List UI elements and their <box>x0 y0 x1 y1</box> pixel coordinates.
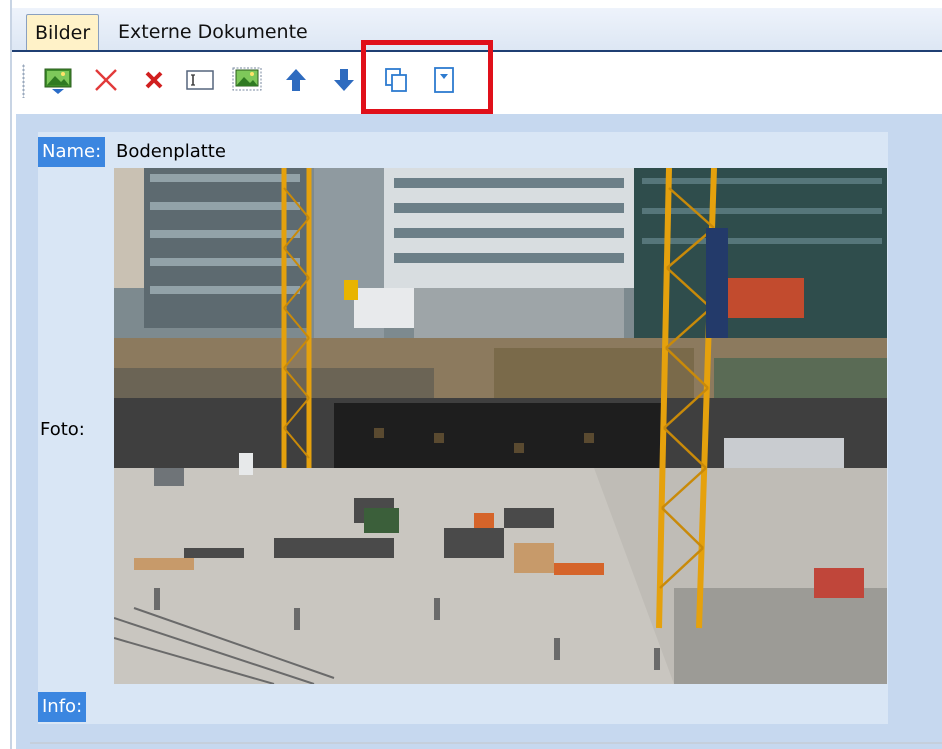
text-field-icon <box>186 70 214 90</box>
add-image-icon <box>44 68 72 94</box>
move-up-button[interactable] <box>280 64 312 96</box>
delete-button[interactable] <box>90 64 122 96</box>
image-frame-icon <box>232 67 262 91</box>
remove-button[interactable] <box>138 64 170 96</box>
arrow-up-icon <box>286 69 306 91</box>
construction-site-photo[interactable] <box>114 168 887 684</box>
window: Bilder Externe Dokumente Name: Bodenplat… <box>0 0 942 749</box>
photo-image <box>114 168 887 684</box>
move-down-button[interactable] <box>328 64 360 96</box>
text-field-button[interactable] <box>184 64 216 96</box>
tab-bilder[interactable]: Bilder <box>26 14 100 50</box>
toolbar-grip[interactable] <box>22 64 25 98</box>
name-value[interactable]: Bodenplatte <box>116 137 226 167</box>
window-edge <box>10 0 12 749</box>
info-label: Info: <box>38 692 87 722</box>
arrow-down-icon <box>334 69 354 91</box>
bottom-divider <box>30 742 942 744</box>
image-frame-button[interactable] <box>231 64 263 96</box>
delete-icon <box>95 69 117 91</box>
add-image-button[interactable] <box>42 64 74 96</box>
highlight-box <box>361 40 493 114</box>
foto-label: Foto: <box>40 419 85 440</box>
tab-externe-dokumente[interactable]: Externe Dokumente <box>110 14 316 50</box>
remove-icon <box>145 71 163 89</box>
name-label: Name: <box>38 137 106 167</box>
